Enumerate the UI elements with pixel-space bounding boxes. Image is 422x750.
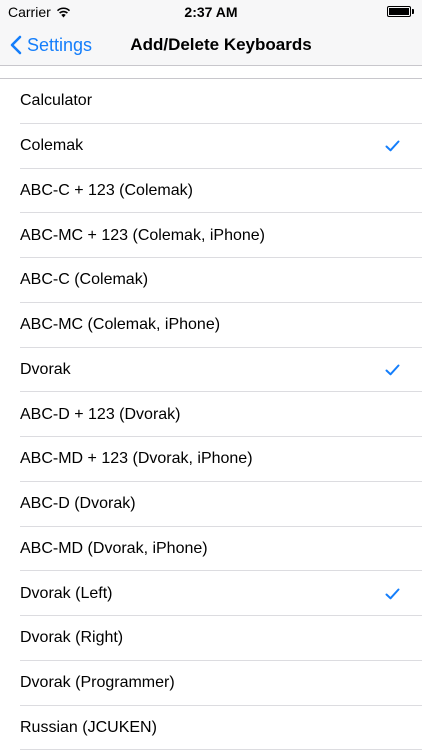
checkmark-icon [385,364,400,376]
keyboard-row[interactable]: Dvorak [0,348,422,393]
keyboard-row-label: Calculator [20,92,93,110]
keyboard-row-label: ABC-D + 123 (Dvorak) [20,405,181,423]
keyboard-row[interactable]: Calculator [0,79,422,124]
keyboard-row-label: Dvorak (Programmer) [20,674,175,692]
keyboard-row[interactable]: Dvorak (Right) [0,616,422,661]
checkmark-icon [385,140,400,152]
battery-icon [387,6,414,17]
keyboard-row[interactable]: Dvorak (Programmer) [0,661,422,706]
keyboard-row-label: ABC-C + 123 (Colemak) [20,181,193,199]
keyboard-row-label: ABC-MD + 123 (Dvorak, iPhone) [20,450,253,468]
keyboard-row[interactable]: ABC-MD + 123 (Dvorak, iPhone) [0,437,422,482]
keyboard-row-label: Russian (JCUKEN) [20,718,157,736]
keyboard-row[interactable]: ABC-C + 123 (Colemak) [0,169,422,214]
keyboard-list: Calculator Colemak ABC-C + 123 (Colemak) AB… [0,78,422,750]
keyboard-row-label: ABC-D (Dvorak) [20,495,136,513]
status-bar: Carrier 2:37 AM [0,0,422,24]
keyboard-row-label: ABC-MD (Dvorak, iPhone) [20,539,208,557]
page-title: Add/Delete Keyboards [130,35,312,54]
keyboard-row-label: Dvorak (Left) [20,584,113,602]
keyboard-row[interactable]: ABC-MD (Dvorak, iPhone) [0,527,422,572]
keyboard-row-label: ABC-MC (Colemak, iPhone) [20,316,221,334]
navigation-bar: Settings Add/Delete Keyboards [0,24,422,66]
keyboard-row[interactable]: Dvorak (Left) [0,571,422,616]
keyboard-row[interactable]: ABC-C (Colemak) [0,258,422,303]
checkmark-icon [385,588,400,600]
keyboard-row-label: Dvorak (Right) [20,629,124,647]
keyboard-row-label: Colemak [20,137,84,155]
keyboard-row[interactable]: Russian (JCUKEN) [0,706,422,750]
keyboard-row-label: Dvorak [20,360,71,378]
keyboard-row[interactable]: ABC-D (Dvorak) [0,482,422,527]
keyboard-row-label: ABC-MC + 123 (Colemak, iPhone) [20,226,265,244]
status-time: 2:37 AM [184,4,238,20]
keyboard-row[interactable]: ABC-D + 123 (Dvorak) [0,392,422,437]
keyboard-row-label: ABC-C (Colemak) [20,271,149,289]
screen: Carrier 2:37 AM Settings Add/Delete Keyb… [0,0,422,750]
keyboard-row[interactable]: ABC-MC (Colemak, iPhone) [0,303,422,348]
keyboard-row[interactable]: Colemak [0,124,422,169]
keyboard-row[interactable]: ABC-MC + 123 (Colemak, iPhone) [0,213,422,258]
